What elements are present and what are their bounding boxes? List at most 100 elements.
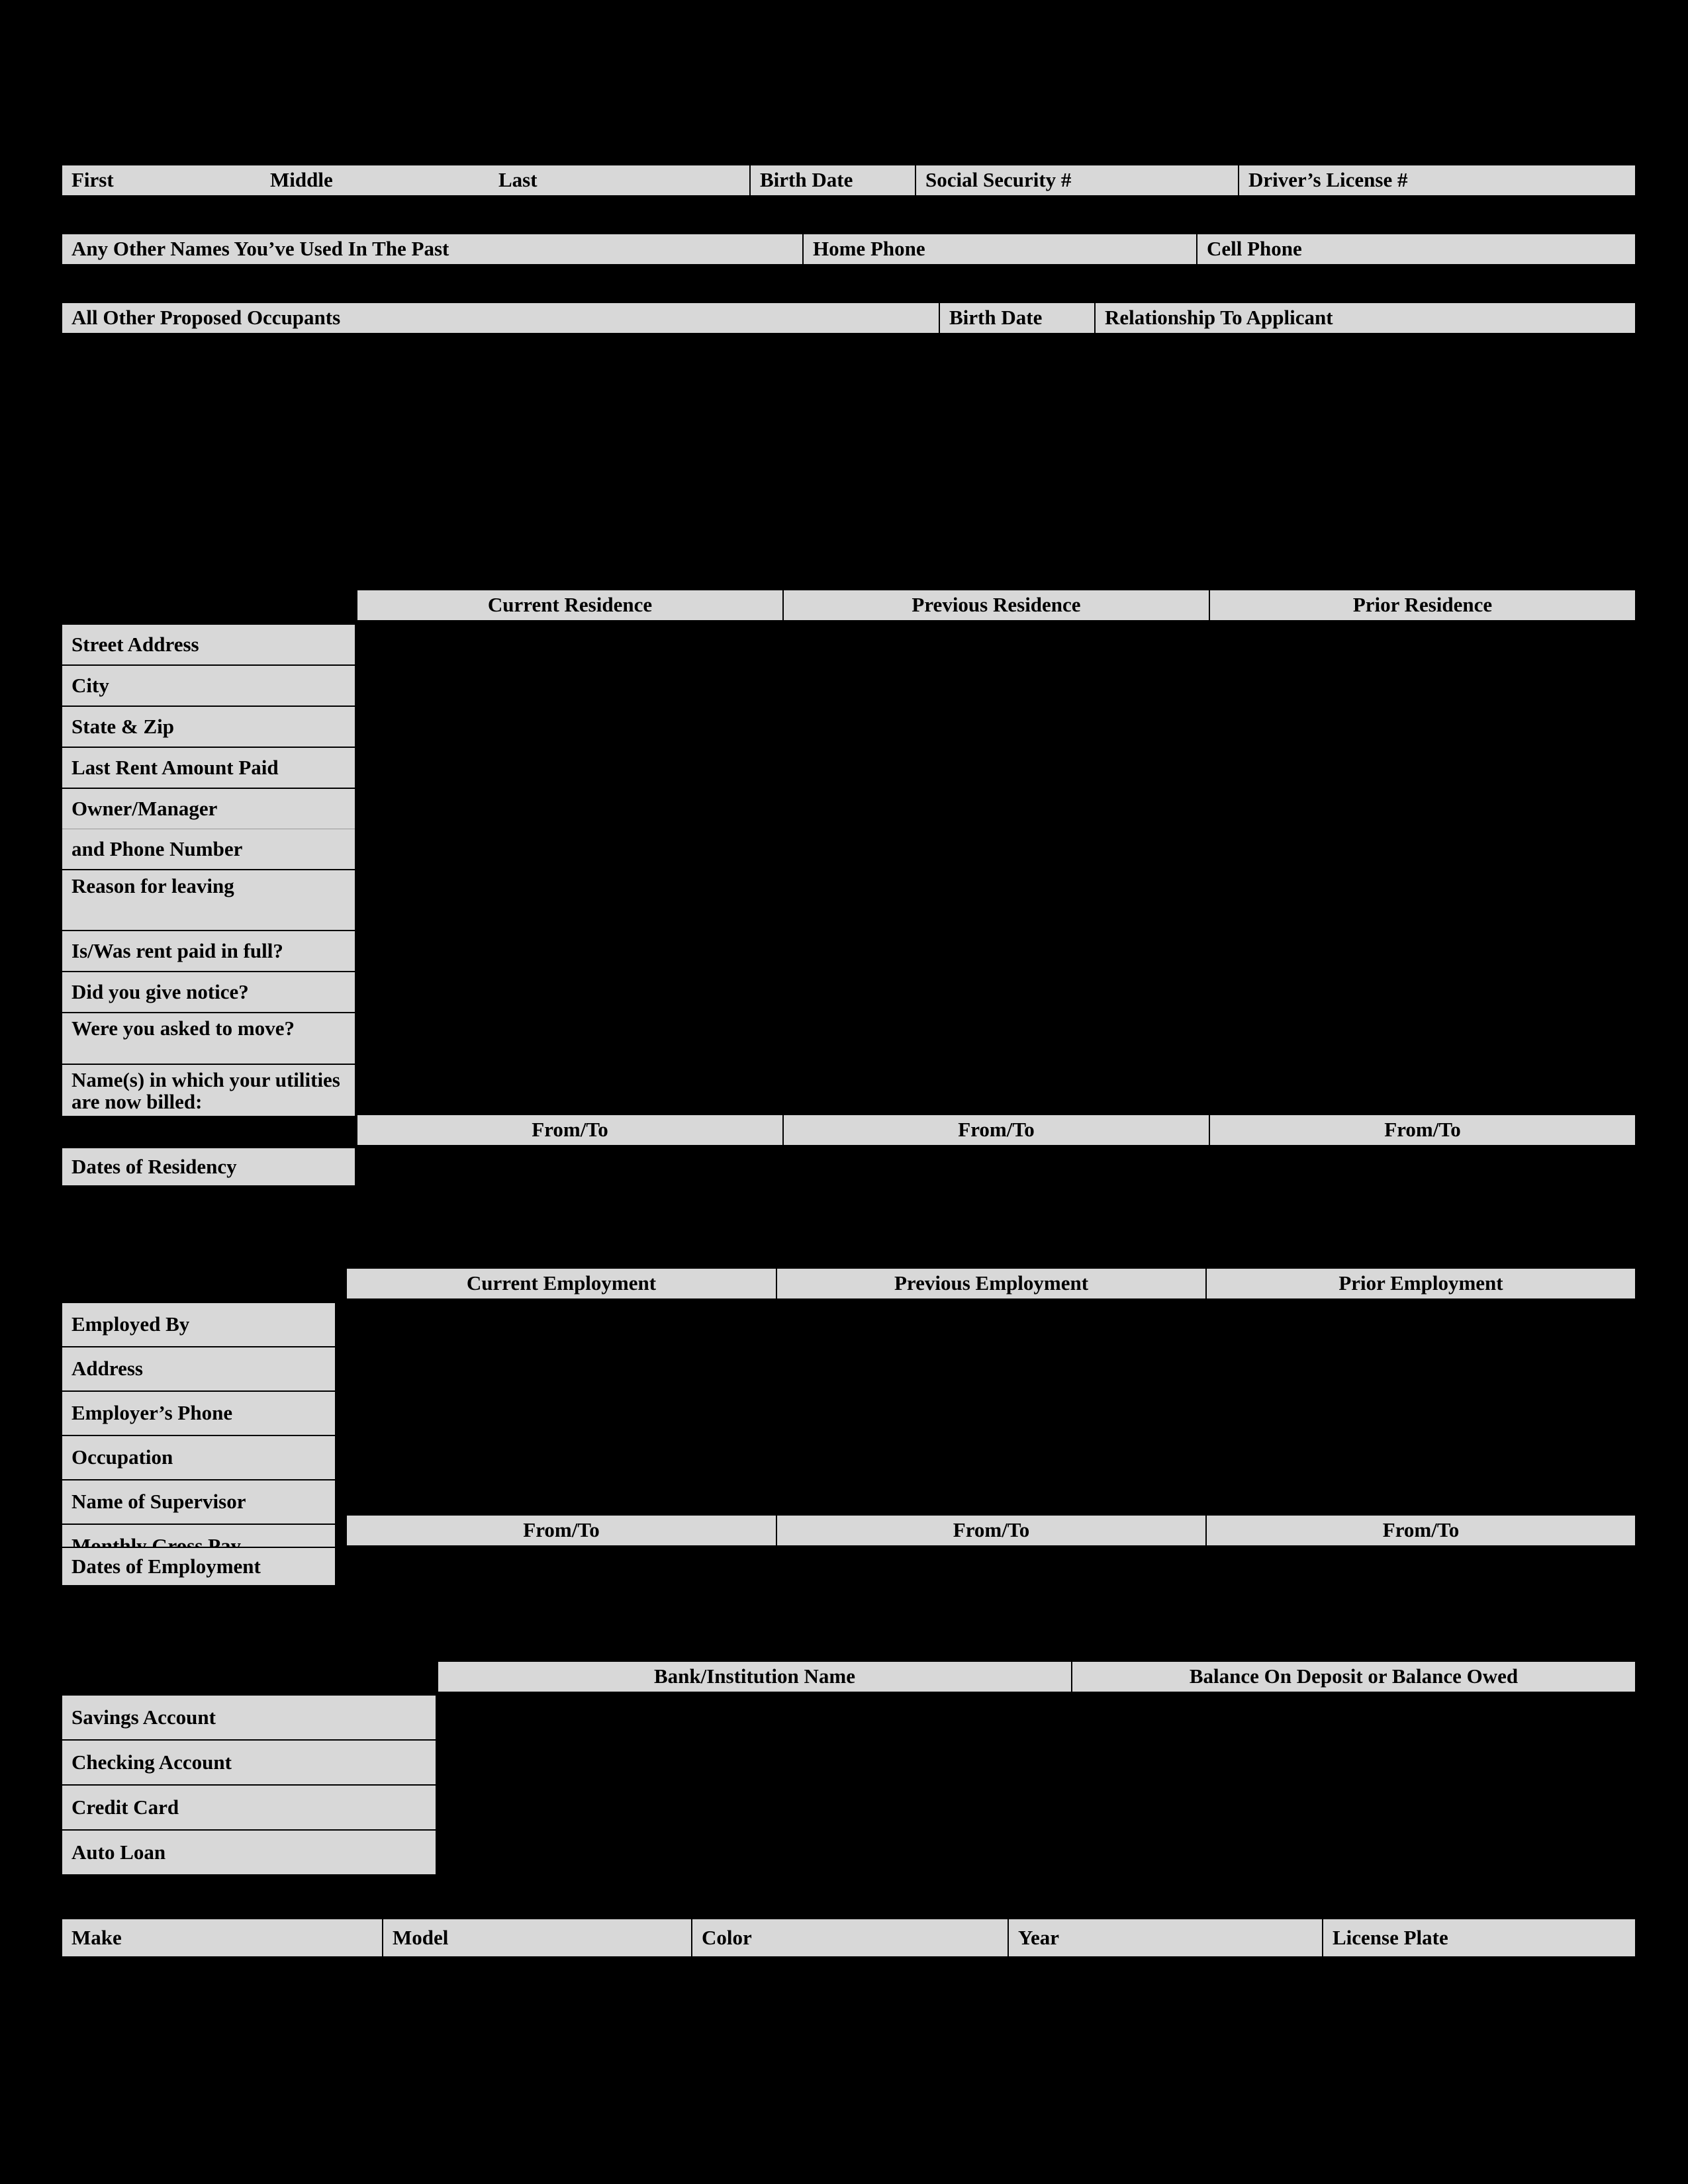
table-row: and Phone Number xyxy=(61,829,356,870)
row-label: Savings Account xyxy=(71,1705,216,1729)
employment-label-occupation: Occupation xyxy=(61,1435,336,1480)
residence-dates-table: Dates of Residency xyxy=(61,1147,356,1187)
row-label: Dates of Employment xyxy=(71,1554,261,1578)
residence-label-dates-of-residency: Dates of Residency xyxy=(61,1147,356,1187)
row-label: Reason for leaving xyxy=(71,874,234,897)
last-name-label: Last xyxy=(498,168,538,191)
employment-label-employer-phone: Employer’s Phone xyxy=(61,1390,336,1436)
row-label: Employed By xyxy=(71,1312,190,1336)
table-row: Address xyxy=(61,1346,336,1392)
table-row: Auto Loan xyxy=(61,1829,437,1876)
table-row: State & Zip xyxy=(61,705,356,748)
vehicle-column-label: Color xyxy=(702,1925,752,1949)
vehicle-column-label: License Plate xyxy=(1333,1925,1448,1949)
row-label: and Phone Number xyxy=(71,837,243,860)
vehicle-column-model[interactable]: Model xyxy=(382,1918,692,1958)
financial-column-balance: Balance On Deposit or Balance Owed xyxy=(1071,1661,1636,1693)
residence-label-owner-manager: Owner/Manager xyxy=(61,788,356,829)
applicant-identity-table-cells: First Middle Last Birth Date Social Securi… xyxy=(61,164,1636,197)
birth-date-label: Birth Date xyxy=(760,168,853,191)
birth-date-field[interactable]: Birth Date xyxy=(749,164,916,197)
employment-column-label: Current Employment xyxy=(466,1271,657,1295)
occupant-relationship-field[interactable]: Relationship To Applicant xyxy=(1094,302,1636,334)
table-row: Were you asked to move? xyxy=(61,1012,356,1065)
residence-column-previous: Previous Residence xyxy=(782,589,1210,621)
financial-labels-table: Savings Account Checking Account Credit … xyxy=(61,1694,437,1876)
vehicle-column-label: Make xyxy=(71,1925,122,1949)
row-label: Owner/Manager xyxy=(71,796,218,820)
table-row: Did you give notice? xyxy=(61,971,356,1013)
vehicle-column-year[interactable]: Year xyxy=(1008,1918,1323,1958)
fromto-label: From/To xyxy=(953,1518,1030,1541)
residence-label-phone-number: and Phone Number xyxy=(61,829,356,870)
row-label: Name(s) in which your utilities are now … xyxy=(71,1068,340,1114)
table-row: From/To From/To From/To xyxy=(346,1514,1636,1547)
table-row: First Middle Last Birth Date Social Securi… xyxy=(61,164,1636,197)
occupant-birth-date-field[interactable]: Birth Date xyxy=(939,302,1096,334)
residence-fromto-previous: From/To xyxy=(782,1114,1210,1146)
financial-label-auto-loan: Auto Loan xyxy=(61,1829,437,1876)
employment-fromto-table: From/To From/To From/To xyxy=(346,1514,1636,1547)
table-row: Reason for leaving xyxy=(61,869,356,931)
table-row: Dates of Residency xyxy=(61,1147,356,1187)
table-row: City xyxy=(61,664,356,707)
other-names-label: Any Other Names You’ve Used In The Past xyxy=(71,237,449,260)
first-name-label: First xyxy=(71,168,114,191)
social-security-label: Social Security # xyxy=(925,168,1072,191)
table-row: Employed By xyxy=(61,1302,336,1347)
residence-label-state-zip: State & Zip xyxy=(61,705,356,748)
employment-label-employed-by: Employed By xyxy=(61,1302,336,1347)
financial-header-table: Bank/Institution Name Balance On Deposit… xyxy=(437,1661,1636,1693)
home-phone-field[interactable]: Home Phone xyxy=(802,233,1197,265)
vehicle-column-make[interactable]: Make xyxy=(61,1918,383,1958)
residence-label-rent-paid-in-full: Is/Was rent paid in full? xyxy=(61,930,356,972)
vehicle-table: Make Model Color Year License Plate xyxy=(61,1918,1636,1958)
employment-label-address: Address xyxy=(61,1346,336,1392)
name-fields-cell[interactable]: First Middle Last xyxy=(61,164,751,197)
table-row: Last Rent Amount Paid xyxy=(61,747,356,789)
residence-fromto-prior: From/To xyxy=(1209,1114,1636,1146)
cell-phone-field[interactable]: Cell Phone xyxy=(1196,233,1636,265)
middle-name-label: Middle xyxy=(270,168,333,191)
occupants-field[interactable]: All Other Proposed Occupants xyxy=(61,302,940,334)
vehicle-column-license-plate[interactable]: License Plate xyxy=(1322,1918,1636,1958)
vehicle-column-color[interactable]: Color xyxy=(691,1918,1009,1958)
financial-label-savings-account: Savings Account xyxy=(61,1694,437,1741)
row-label: Employer’s Phone xyxy=(71,1401,233,1425)
fromto-label: From/To xyxy=(1384,1118,1461,1141)
occupants-table: All Other Proposed Occupants Birth Date … xyxy=(61,302,1636,334)
row-label: Is/Was rent paid in full? xyxy=(71,938,283,962)
vehicle-column-label: Model xyxy=(393,1925,449,1949)
row-label: Occupation xyxy=(71,1445,173,1469)
row-label: Did you give notice? xyxy=(71,979,249,1003)
employment-label-supervisor: Name of Supervisor xyxy=(61,1479,336,1525)
social-security-field[interactable]: Social Security # xyxy=(915,164,1239,197)
occupant-relationship-label: Relationship To Applicant xyxy=(1105,306,1333,329)
table-row: Name(s) in which your utilities are now … xyxy=(61,1064,356,1117)
residence-label-asked-to-move: Were you asked to move? xyxy=(61,1012,356,1065)
residence-labels-table: Street Address City State & Zip Last Ren… xyxy=(61,623,356,1117)
drivers-license-field[interactable]: Driver’s License # xyxy=(1238,164,1636,197)
residence-header-table: Current Residence Previous Residence Pri… xyxy=(356,589,1636,621)
other-names-table: Any Other Names You’ve Used In The Past … xyxy=(61,233,1636,265)
residence-column-label: Previous Residence xyxy=(912,593,1081,616)
residence-label-last-rent: Last Rent Amount Paid xyxy=(61,747,356,789)
table-row: Name of Supervisor xyxy=(61,1479,336,1525)
row-label: Auto Loan xyxy=(71,1840,166,1864)
financial-column-label: Balance On Deposit or Balance Owed xyxy=(1189,1664,1519,1688)
employment-label-dates-of-employment: Dates of Employment xyxy=(61,1547,336,1586)
row-label: Were you asked to move? xyxy=(71,1017,295,1040)
table-row: Owner/Manager xyxy=(61,788,356,829)
employment-labels-table: Employed By Address Employer’s Phone Occ… xyxy=(61,1302,336,1569)
cell-phone-label: Cell Phone xyxy=(1207,237,1302,260)
other-names-field[interactable]: Any Other Names You’ve Used In The Past xyxy=(61,233,804,265)
residence-fromto-table: From/To From/To From/To xyxy=(356,1114,1636,1146)
employment-dates-table: Dates of Employment xyxy=(61,1547,336,1586)
row-label: Credit Card xyxy=(71,1795,179,1819)
residence-label-city: City xyxy=(61,664,356,707)
table-row: Savings Account xyxy=(61,1694,437,1741)
home-phone-label: Home Phone xyxy=(813,237,925,260)
table-row: Make Model Color Year License Plate xyxy=(61,1918,1636,1958)
employment-fromto-current: From/To xyxy=(346,1514,777,1547)
fromto-label: From/To xyxy=(532,1118,608,1141)
